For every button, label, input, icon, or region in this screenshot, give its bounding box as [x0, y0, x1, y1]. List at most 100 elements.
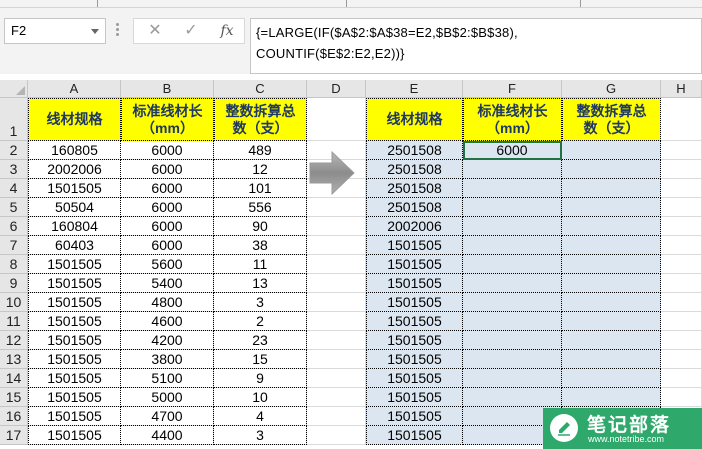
- cell-b17[interactable]: 4400: [121, 426, 214, 445]
- cell-e13[interactable]: 1501505: [366, 350, 463, 369]
- cell-e17[interactable]: 1501505: [366, 426, 463, 445]
- cell-c11[interactable]: 2: [214, 312, 307, 331]
- cell-b8[interactable]: 5600: [121, 255, 214, 274]
- cell-c12[interactable]: 23: [214, 331, 307, 350]
- row-header-12[interactable]: 12: [0, 331, 28, 350]
- cell-c2[interactable]: 489: [214, 141, 307, 160]
- cell-f3[interactable]: [463, 160, 562, 179]
- cell-b15[interactable]: 5000: [121, 388, 214, 407]
- row-header-4[interactable]: 4: [0, 179, 28, 198]
- cell-f13[interactable]: [463, 350, 562, 369]
- cell-c15[interactable]: 10: [214, 388, 307, 407]
- cell-c16[interactable]: 4: [214, 407, 307, 426]
- cell-f14[interactable]: [463, 369, 562, 388]
- cell-f11[interactable]: [463, 312, 562, 331]
- cell-e7[interactable]: 1501505: [366, 236, 463, 255]
- cell-g14[interactable]: [562, 369, 661, 388]
- cell-g13[interactable]: [562, 350, 661, 369]
- row-header-7[interactable]: 7: [0, 236, 28, 255]
- cell-g3[interactable]: [562, 160, 661, 179]
- cell-e9[interactable]: 1501505: [366, 274, 463, 293]
- cell-e16[interactable]: 1501505: [366, 407, 463, 426]
- cell-e11[interactable]: 1501505: [366, 312, 463, 331]
- cell-g15[interactable]: [562, 388, 661, 407]
- cell-f12[interactable]: [463, 331, 562, 350]
- column-header-b[interactable]: B: [121, 80, 214, 98]
- cell-e4[interactable]: 2501508: [366, 179, 463, 198]
- insert-function-icon[interactable]: fx: [212, 19, 242, 43]
- column-header-a[interactable]: A: [28, 80, 121, 98]
- column-header-g[interactable]: G: [562, 80, 661, 98]
- cell-b2[interactable]: 6000: [121, 141, 214, 160]
- cell-e5[interactable]: 2501508: [366, 198, 463, 217]
- cell-a7[interactable]: 60403: [28, 236, 121, 255]
- cell-c9[interactable]: 13: [214, 274, 307, 293]
- cell-f7[interactable]: [463, 236, 562, 255]
- cell-f15[interactable]: [463, 388, 562, 407]
- cell-e14[interactable]: 1501505: [366, 369, 463, 388]
- cell-g6[interactable]: [562, 217, 661, 236]
- cell-a14[interactable]: 1501505: [28, 369, 121, 388]
- cell-b12[interactable]: 4200: [121, 331, 214, 350]
- cell-e10[interactable]: 1501505: [366, 293, 463, 312]
- row-header-14[interactable]: 14: [0, 369, 28, 388]
- name-box[interactable]: F2: [4, 18, 106, 44]
- cell-c4[interactable]: 101: [214, 179, 307, 198]
- cell-e15[interactable]: 1501505: [366, 388, 463, 407]
- cell-c7[interactable]: 38: [214, 236, 307, 255]
- cell-e8[interactable]: 1501505: [366, 255, 463, 274]
- cell-e3[interactable]: 2501508: [366, 160, 463, 179]
- row-header-3[interactable]: 3: [0, 160, 28, 179]
- cell-a10[interactable]: 1501505: [28, 293, 121, 312]
- cell-b3[interactable]: 6000: [121, 160, 214, 179]
- cell-f9[interactable]: [463, 274, 562, 293]
- cell-b10[interactable]: 4800: [121, 293, 214, 312]
- cell-g8[interactable]: [562, 255, 661, 274]
- cell-f5[interactable]: [463, 198, 562, 217]
- cell-g2[interactable]: [562, 141, 661, 160]
- cell-g5[interactable]: [562, 198, 661, 217]
- cell-a5[interactable]: 50504: [28, 198, 121, 217]
- column-header-e[interactable]: E: [366, 80, 463, 98]
- cell-a15[interactable]: 1501505: [28, 388, 121, 407]
- cell-b9[interactable]: 5400: [121, 274, 214, 293]
- column-header-d[interactable]: D: [307, 80, 366, 98]
- row-header-10[interactable]: 10: [0, 293, 28, 312]
- row-header-8[interactable]: 8: [0, 255, 28, 274]
- header-cell-a1[interactable]: 线材规格: [28, 98, 121, 141]
- cell-b4[interactable]: 6000: [121, 179, 214, 198]
- select-all-corner[interactable]: [0, 80, 28, 98]
- cell-b5[interactable]: 6000: [121, 198, 214, 217]
- formula-input[interactable]: {=LARGE(IF($A$2:$A$38=E2,$B$2:$B$38), COU…: [250, 18, 702, 74]
- chevron-down-icon[interactable]: [91, 29, 99, 34]
- row-header-17[interactable]: 17: [0, 426, 28, 445]
- row-header-2[interactable]: 2: [0, 141, 28, 160]
- cell-f2[interactable]: 6000: [463, 141, 562, 160]
- cell-c14[interactable]: 9: [214, 369, 307, 388]
- cell-a13[interactable]: 1501505: [28, 350, 121, 369]
- row-header-15[interactable]: 15: [0, 388, 28, 407]
- row-header-5[interactable]: 5: [0, 198, 28, 217]
- header-cell-f1[interactable]: 标准线材长 （mm）: [463, 98, 562, 141]
- header-cell-g1[interactable]: 整数拆算总 数（支）: [562, 98, 661, 141]
- row-header-13[interactable]: 13: [0, 350, 28, 369]
- cell-f4[interactable]: [463, 179, 562, 198]
- cell-f8[interactable]: [463, 255, 562, 274]
- cell-c3[interactable]: 12: [214, 160, 307, 179]
- cell-a3[interactable]: 2002006: [28, 160, 121, 179]
- row-header-9[interactable]: 9: [0, 274, 28, 293]
- cell-f6[interactable]: [463, 217, 562, 236]
- cell-c13[interactable]: 15: [214, 350, 307, 369]
- cell-a12[interactable]: 1501505: [28, 331, 121, 350]
- cell-a6[interactable]: 160804: [28, 217, 121, 236]
- column-header-h[interactable]: H: [661, 80, 702, 98]
- cell-c6[interactable]: 90: [214, 217, 307, 236]
- cell-g11[interactable]: [562, 312, 661, 331]
- header-cell-c1[interactable]: 整数拆算总 数（支）: [214, 98, 307, 141]
- cell-c10[interactable]: 3: [214, 293, 307, 312]
- row-header-6[interactable]: 6: [0, 217, 28, 236]
- cell-a9[interactable]: 1501505: [28, 274, 121, 293]
- cell-b11[interactable]: 4600: [121, 312, 214, 331]
- cell-e12[interactable]: 1501505: [366, 331, 463, 350]
- row-header-11[interactable]: 11: [0, 312, 28, 331]
